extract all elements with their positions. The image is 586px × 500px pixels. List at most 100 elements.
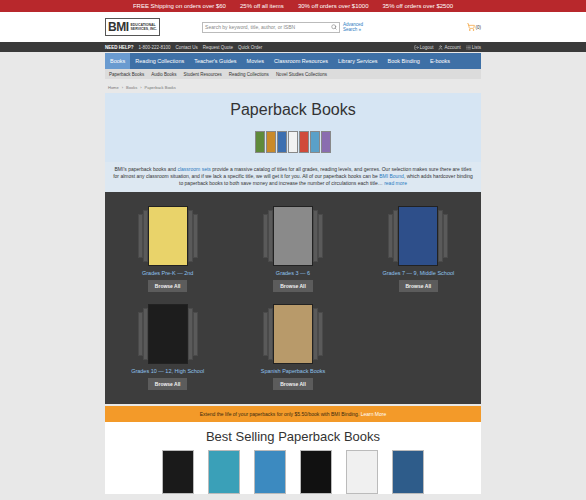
bestseller-cover[interactable]: [208, 450, 240, 494]
intro-link[interactable]: read more: [383, 180, 407, 186]
bestseller-cover[interactable]: [254, 450, 286, 494]
sub-nav-link[interactable]: Audio Books: [151, 72, 176, 77]
help-label: NEED HELP?: [105, 45, 134, 50]
logo-text: EDUCATIONALSERVICES, INC.: [131, 23, 158, 31]
intro-text: BMI's paperback books and classroom sets…: [105, 162, 481, 192]
category-tile: Grades Pre-K — 2nd Browse All: [105, 206, 230, 292]
sub-nav-link[interactable]: Novel Studies Collections: [276, 72, 327, 77]
category-tile: Grades 10 — 12, High School Browse All: [105, 304, 230, 390]
learn-more-link[interactable]: Learn More: [361, 411, 387, 417]
help-link[interactable]: Quick Order: [238, 45, 262, 50]
nav-tab[interactable]: Book Binding: [383, 53, 425, 69]
bestsellers: Best Selling Paperback Books: [105, 422, 481, 494]
sub-nav-link[interactable]: Student Resources: [184, 72, 222, 77]
category-grid: Grades Pre-K — 2ndBrowse AllGrades 3 — 6…: [105, 192, 481, 404]
help-link[interactable]: Contact Us: [176, 45, 198, 50]
hero-book: [266, 131, 276, 153]
category-label[interactable]: Grades 10 — 12, High School: [131, 368, 204, 374]
logout-icon: [414, 45, 419, 50]
cart[interactable]: (0): [467, 23, 482, 31]
category-tile: Grades 3 — 6 Browse All: [230, 206, 355, 292]
intro-link[interactable]: classroom sets: [177, 166, 210, 172]
lists-icon: [466, 45, 471, 50]
logo[interactable]: BMIEDUCATIONALSERVICES, INC.: [105, 18, 160, 36]
category-books[interactable]: [263, 304, 323, 364]
search-input[interactable]: Search by keyword, title, author, or ISB…: [202, 22, 340, 33]
main-nav: BooksReading CollectionsTeacher's Guides…: [105, 53, 481, 69]
breadcrumb-separator: ›: [140, 85, 141, 90]
category-label[interactable]: Grades 3 — 6: [276, 270, 310, 276]
hero-book: [277, 131, 287, 153]
category-label[interactable]: Spanish Paperback Books: [261, 368, 326, 374]
hero-book: [299, 131, 309, 153]
promo-item: 30% off orders over $1000: [298, 3, 369, 9]
page: FREE Shipping on orders over $60 25% off …: [0, 0, 586, 500]
sub-nav-link[interactable]: Reading Collections: [229, 72, 269, 77]
category-cover[interactable]: [273, 206, 313, 266]
account-link[interactable]: Account: [438, 45, 460, 50]
category-books[interactable]: [138, 206, 198, 266]
search: Search by keyword, title, author, or ISB…: [202, 22, 369, 33]
intro-link[interactable]: BMI Bound: [379, 173, 404, 179]
nav-tab[interactable]: E-books: [425, 53, 455, 69]
nav-tab[interactable]: Teacher's Guides: [189, 53, 241, 69]
account-link[interactable]: Logout: [414, 45, 434, 50]
hero-book: [310, 131, 320, 153]
category-label[interactable]: Grades Pre-K — 2nd: [142, 270, 193, 276]
hero-book: [255, 131, 265, 153]
category-cover[interactable]: [148, 304, 188, 364]
hero-books-image: [255, 131, 331, 153]
category-cover[interactable]: [398, 206, 438, 266]
page-title: Paperback Books: [230, 101, 355, 119]
bestseller-cover[interactable]: [300, 450, 332, 494]
bestsellers-title: Best Selling Paperback Books: [206, 429, 380, 444]
category-cover[interactable]: [148, 206, 188, 266]
category-books[interactable]: [138, 304, 198, 364]
help-phone: 1-800-222-8100: [139, 45, 171, 50]
account-icon: [438, 45, 443, 50]
advanced-search-link[interactable]: Advanced Search »: [343, 22, 369, 33]
sub-nav: Paperback Books Audio Books Student Resour…: [105, 69, 481, 79]
promo-item: 35% off orders over $2500: [382, 3, 453, 9]
breadcrumb-link[interactable]: Home: [108, 85, 119, 90]
nav-tab[interactable]: Classroom Resources: [269, 53, 333, 69]
bestseller-cover[interactable]: [346, 450, 378, 494]
help-bar: NEED HELP? 1-800-222-8100 Contact Us Reques…: [0, 42, 586, 52]
logo-initials: BMI: [108, 20, 129, 34]
hero-book: [288, 131, 298, 153]
browse-all-button[interactable]: Browse All: [148, 280, 188, 292]
nav-tab[interactable]: Reading Collections: [130, 53, 189, 69]
breadcrumb-separator: ›: [122, 85, 123, 90]
hero: Paperback Books: [105, 93, 481, 162]
breadcrumb: Home›Books›Paperback Books: [105, 79, 481, 93]
cart-icon[interactable]: [467, 23, 475, 31]
binding-banner: Extend the life of your paperbacks for o…: [105, 406, 481, 422]
promo-item: 25% off all items: [240, 3, 284, 9]
bestseller-cover[interactable]: [162, 450, 194, 494]
category-tile: Grades 7 — 9, Middle School Browse All: [356, 206, 481, 292]
help-link[interactable]: Request Quote: [203, 45, 233, 50]
browse-all-button[interactable]: Browse All: [399, 280, 439, 292]
category-label[interactable]: Grades 7 — 9, Middle School: [382, 270, 454, 276]
promo-bar: FREE Shipping on orders over $60 25% off …: [0, 0, 586, 12]
breadcrumb-link[interactable]: Paperback Books: [144, 85, 175, 90]
browse-all-button[interactable]: Browse All: [148, 378, 188, 390]
content: BooksReading CollectionsTeacher's Guides…: [105, 53, 481, 494]
hero-book: [321, 131, 331, 153]
promo-item: FREE Shipping on orders over $60: [133, 3, 226, 9]
account-link[interactable]: Lists: [466, 45, 481, 50]
browse-all-button[interactable]: Browse All: [273, 378, 313, 390]
sub-nav-link[interactable]: Paperback Books: [109, 72, 144, 77]
header: BMIEDUCATIONALSERVICES, INC. Search by ke…: [0, 12, 586, 42]
category-books[interactable]: [263, 206, 323, 266]
category-tile: Spanish Paperback Books Browse All: [230, 304, 355, 390]
search-icon[interactable]: [331, 24, 337, 30]
nav-tab[interactable]: Library Services: [333, 53, 382, 69]
browse-all-button[interactable]: Browse All: [273, 280, 313, 292]
category-books[interactable]: [388, 206, 448, 266]
category-cover[interactable]: [273, 304, 313, 364]
nav-tab[interactable]: Movies: [242, 53, 269, 69]
breadcrumb-link[interactable]: Books: [126, 85, 137, 90]
bestseller-cover[interactable]: [392, 450, 424, 494]
nav-tab[interactable]: Books: [105, 53, 130, 69]
